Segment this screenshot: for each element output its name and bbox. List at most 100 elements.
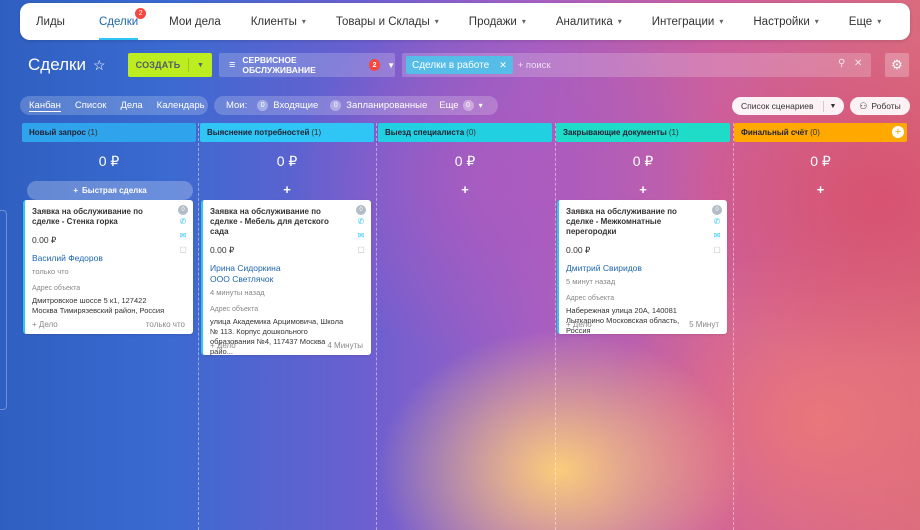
search-bar[interactable]: Сделки в работе✕ ⚲ ✕	[402, 53, 871, 77]
top-nav: Лиды Сделки 2 Мои дела Клиенты ▾ Товары и …	[20, 3, 910, 40]
footer-time: 5 Минут	[689, 320, 719, 329]
deal-time: 5 минут назад	[566, 277, 616, 286]
deal-title[interactable]: Заявка на обслуживание по сделке - Межко…	[566, 207, 703, 237]
deal-card[interactable]: Заявка на обслуживание по сделке - Стенк…	[23, 200, 193, 334]
column-header[interactable]: Закрывающие документы (1)	[556, 123, 730, 142]
address-label: Адрес объекта	[210, 306, 259, 313]
chat-icon[interactable]: ▢	[713, 243, 721, 257]
phone-icon[interactable]: ✆	[714, 215, 721, 229]
star-icon[interactable]: ☆	[93, 57, 106, 74]
deal-card[interactable]: Заявка на обслуживание по сделке - Межко…	[557, 200, 727, 335]
add-deal-plus-icon[interactable]: +	[556, 182, 730, 199]
address-label: Адрес объекта	[32, 285, 81, 292]
pipeline-badge: 2	[369, 59, 381, 71]
plus-icon: +	[73, 186, 78, 195]
chat-icon[interactable]: ▢	[357, 243, 365, 257]
nav-item-leads[interactable]: Лиды	[36, 3, 65, 40]
column-sum: 0 ₽	[632, 153, 654, 169]
chevron-down-icon: ▼	[387, 60, 395, 70]
deal-time: 4 минуты назад	[210, 288, 265, 297]
robots-button[interactable]: ⚇ Роботы	[850, 97, 910, 115]
nav-item-settings[interactable]: Настройки ▾	[753, 3, 818, 40]
close-icon[interactable]: ✕	[499, 60, 507, 71]
mail-icon[interactable]: ✉	[358, 229, 365, 243]
chat-icon[interactable]: ▢	[179, 243, 187, 257]
nav-item-clients[interactable]: Клиенты ▾	[251, 3, 306, 40]
page-title: Сделки	[28, 55, 86, 74]
scenarios-button[interactable]: Список сценариев ▼	[732, 97, 844, 115]
add-stage-plus-icon[interactable]: +	[892, 126, 904, 138]
nav-item-analytics[interactable]: Аналитика ▾	[556, 3, 622, 40]
add-deal-plus-icon[interactable]: +	[734, 182, 907, 199]
deal-title[interactable]: Заявка на обслуживание по сделке - Мебел…	[210, 207, 347, 237]
filter-tag[interactable]: Сделки в работе ✕	[406, 56, 513, 74]
search-icon[interactable]: ⚲	[838, 58, 845, 69]
deal-client[interactable]: Дмитрий Свиридов	[566, 263, 703, 274]
chevron-down-icon: ▾	[434, 17, 439, 26]
chevron-down-icon[interactable]: ▼	[189, 62, 212, 69]
filter-icon: ≡	[229, 59, 236, 71]
column-sum: 0 ₽	[276, 153, 298, 169]
chevron-down-icon[interactable]: ▼	[830, 103, 837, 110]
address-value: Дмитровское шоссе 5 к1, 127422 Москва Ти…	[32, 296, 165, 315]
kanban-column: Финальный счёт (0) + 0 ₽ +	[734, 123, 907, 530]
nav-item-more[interactable]: Еще ▾	[849, 3, 881, 40]
nav-item-goods[interactable]: Товары и Склады ▾	[336, 3, 439, 40]
chevron-down-icon: ▾	[617, 17, 622, 26]
address-label: Адрес объекта	[566, 295, 615, 302]
view-list[interactable]: Список	[75, 100, 107, 111]
my-counters: Мои: 0 Входящие 0 Запланированные Еще 0 ▾	[214, 96, 498, 115]
counter-incoming[interactable]: 0 Входящие	[257, 100, 318, 111]
view-kanban[interactable]: Канбан	[29, 100, 61, 112]
nav-item-sales[interactable]: Продажи ▾	[469, 3, 526, 40]
add-deal-plus-icon[interactable]: +	[378, 182, 552, 199]
address-value: улица Академика Арцимовича, Школа № 113.…	[210, 317, 344, 356]
view-calendar[interactable]: Календарь	[157, 100, 205, 111]
deal-client[interactable]: Ирина Сидоркина	[210, 263, 347, 274]
phone-icon[interactable]: ✆	[180, 215, 187, 229]
counter-planned[interactable]: 0 Запланированные	[330, 100, 427, 111]
column-header[interactable]: Выяснение потребностей (1)	[200, 123, 374, 142]
counter-icon: 0	[356, 205, 366, 215]
nav-item-integrations[interactable]: Интеграции ▾	[652, 3, 724, 40]
chevron-down-icon: ▾	[478, 101, 483, 110]
chevron-down-icon: ▾	[814, 17, 819, 26]
create-button[interactable]: СОЗДАТЬ ▼	[128, 53, 212, 77]
view-activities[interactable]: Дела	[120, 100, 142, 111]
mail-icon[interactable]: ✉	[180, 229, 187, 243]
column-sum: 0 ₽	[98, 153, 120, 169]
settings-gear-button[interactable]: ⚙	[885, 53, 909, 77]
left-panel-handle[interactable]	[0, 210, 7, 410]
column-sum: 0 ₽	[810, 153, 831, 169]
nav-item-my-tasks[interactable]: Мои дела	[169, 3, 221, 40]
robot-icon: ⚇	[859, 100, 868, 111]
phone-icon[interactable]: ✆	[358, 215, 365, 229]
chevron-down-icon: ▾	[521, 17, 526, 26]
add-activity-button[interactable]: + Дело	[32, 320, 58, 329]
footer-time: только что	[145, 320, 185, 329]
mail-icon[interactable]: ✉	[714, 229, 721, 243]
nav-item-deals[interactable]: Сделки 2	[98, 3, 147, 40]
close-icon[interactable]: ✕	[854, 58, 862, 69]
add-activity-button[interactable]: + Дело	[566, 320, 592, 329]
search-input[interactable]	[517, 59, 818, 71]
deal-card[interactable]: Заявка на обслуживание по сделке - Мебел…	[201, 200, 371, 356]
deal-time: только что	[32, 267, 69, 276]
chevron-down-icon: ▾	[719, 17, 724, 26]
deal-client[interactable]: Василий Федоров	[32, 253, 169, 264]
deal-price: 0.00 ₽	[32, 235, 57, 245]
pipeline-selector[interactable]: ≡ СЕРВИСНОЕ ОБСЛУЖИВАНИЕ 2 ▼	[219, 53, 395, 77]
add-deal-plus-icon[interactable]: +	[200, 182, 374, 199]
deal-price: 0.00 ₽	[210, 245, 235, 255]
column-header[interactable]: Выезд специалиста (0)	[378, 123, 552, 142]
deal-company[interactable]: ООО Светлячок	[210, 274, 347, 285]
quick-deal-button[interactable]: + Быстрая сделка	[27, 181, 193, 200]
column-sum: 0 ₽	[454, 153, 476, 169]
counter-icon: 0	[712, 205, 722, 215]
add-activity-button[interactable]: + Дело	[210, 341, 236, 350]
title-row: Сделки ☆	[28, 53, 106, 77]
counter-more[interactable]: Еще 0 ▾	[439, 100, 483, 111]
deal-title[interactable]: Заявка на обслуживание по сделке - Стенк…	[32, 207, 169, 227]
column-header[interactable]: Финальный счёт (0) +	[734, 123, 907, 142]
column-header[interactable]: Новый запрос (1)	[22, 123, 196, 142]
